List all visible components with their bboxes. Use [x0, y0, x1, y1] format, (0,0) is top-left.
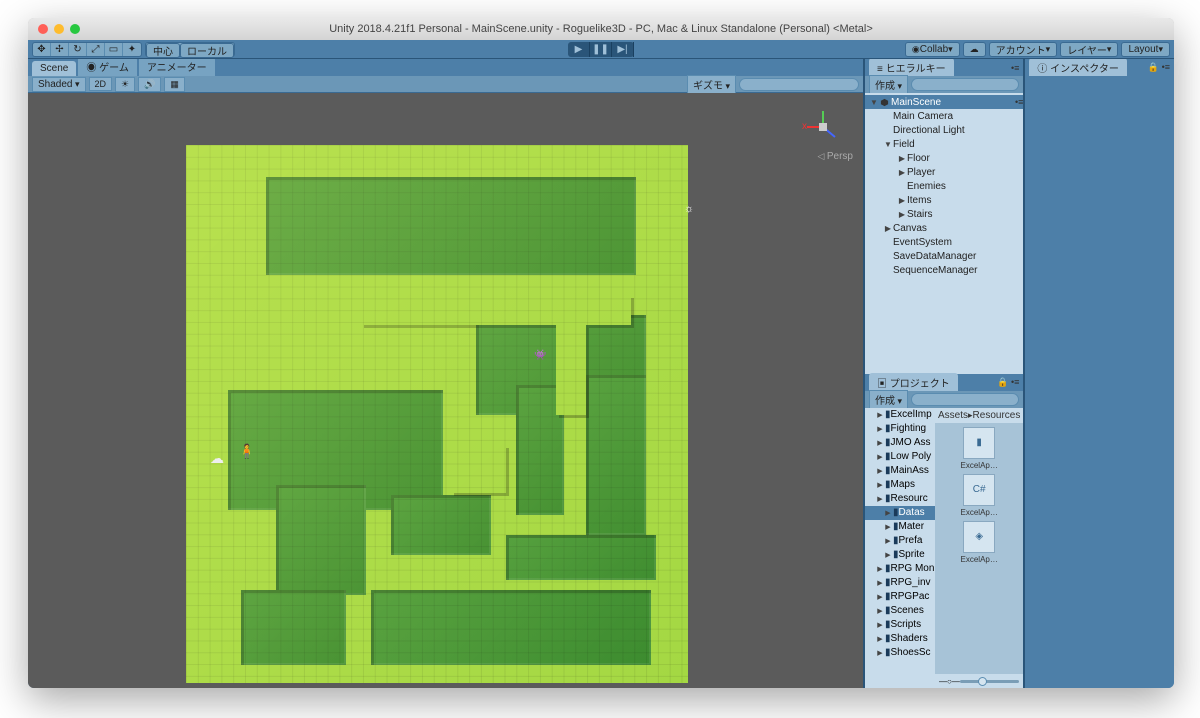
light-toggle-icon[interactable]: ☀: [115, 77, 135, 92]
hierarchy-item[interactable]: ▶Stairs: [865, 207, 1023, 221]
project-folder[interactable]: ▶▮Shaders: [865, 632, 935, 646]
hand-tool-icon[interactable]: ✥: [33, 43, 51, 56]
fx-toggle-icon[interactable]: ▦: [164, 77, 185, 92]
level-geometry: 🧍 ☁ 👾 ☼: [186, 145, 688, 683]
layers-dropdown[interactable]: レイヤー ▾: [1060, 42, 1118, 57]
unified-tool-icon[interactable]: ✦: [123, 43, 141, 56]
project-create-dropdown[interactable]: 作成 ▾: [869, 390, 908, 409]
project-folder[interactable]: ▶▮JMO Ass: [865, 436, 935, 450]
svg-text:x: x: [802, 121, 807, 132]
gizmos-dropdown[interactable]: ギズモ ▾: [687, 75, 736, 94]
project-folder[interactable]: ▶▮Resourc: [865, 492, 935, 506]
project-search[interactable]: [911, 393, 1019, 406]
tab-game[interactable]: ◉ ゲーム: [78, 59, 136, 76]
hierarchy-create-dropdown[interactable]: 作成 ▾: [869, 75, 908, 94]
project-folder[interactable]: ▶▮Mater: [865, 520, 935, 534]
titlebar: Unity 2018.4.21f1 Personal - MainScene.u…: [28, 18, 1174, 40]
scene-menu-icon[interactable]: •≡: [1015, 97, 1023, 107]
account-dropdown[interactable]: アカウント ▾: [989, 42, 1058, 57]
collab-button[interactable]: ◉ Collab ▾: [905, 42, 960, 57]
panel-menu-icon[interactable]: 🔒 •≡: [997, 377, 1019, 388]
step-icon[interactable]: ▶|: [612, 42, 634, 57]
scene-root[interactable]: ▼ MainScene •≡: [865, 95, 1023, 109]
project-folder[interactable]: ▶▮ExcelImp: [865, 408, 935, 422]
move-tool-icon[interactable]: ✢: [51, 43, 69, 56]
scene-view-toolbar: Shaded ▾ 2D ☀ 🔊 ▦ ギズモ ▾: [28, 76, 863, 93]
tab-scene[interactable]: Scene: [32, 61, 76, 76]
play-icon[interactable]: ▶: [568, 42, 590, 57]
enemy-sprite[interactable]: 👾: [534, 350, 546, 361]
hierarchy-item[interactable]: ▶Canvas: [865, 221, 1023, 235]
orientation-gizmo[interactable]: x: [799, 103, 847, 151]
asset-grid: ▮ExcelAp…C#ExcelAp…◈ExcelAp…: [935, 423, 1023, 675]
rotate-tool-icon[interactable]: ↻: [69, 43, 87, 56]
persp-label[interactable]: ◁ Persp: [817, 151, 853, 162]
panel-menu-icon[interactable]: •≡: [1011, 63, 1019, 73]
cloud-sprite: ☁: [210, 450, 224, 467]
cloud-icon[interactable]: ☁: [963, 42, 986, 57]
project-folder[interactable]: ▶▮Prefa: [865, 534, 935, 548]
pivot-local-button[interactable]: ローカル: [180, 43, 234, 58]
audio-toggle-icon[interactable]: 🔊: [138, 77, 161, 92]
hierarchy-item[interactable]: Enemies: [865, 179, 1023, 193]
project-folder-tree[interactable]: ▶▮ExcelImp▶▮Fighting▶▮JMO Ass▶▮Low Poly▶…: [865, 408, 935, 689]
hierarchy-item[interactable]: ▶Floor: [865, 151, 1023, 165]
project-folder[interactable]: ▶▮Maps: [865, 478, 935, 492]
hierarchy-tree: ▼ MainScene •≡ Main CameraDirectional Li…: [865, 93, 1023, 374]
project-header: ▣ プロジェクト 🔒 •≡: [865, 374, 1023, 391]
project-folder[interactable]: ▶▮Low Poly: [865, 450, 935, 464]
scene-tabs: Scene ◉ ゲーム アニメーター: [28, 59, 863, 76]
play-controls: ▶ ❚❚ ▶|: [568, 42, 634, 57]
hierarchy-item[interactable]: Directional Light: [865, 123, 1023, 137]
tab-inspector[interactable]: ⓘ インスペクター: [1029, 59, 1126, 77]
rect-tool-icon[interactable]: ▭: [105, 43, 123, 56]
pivot-center-button[interactable]: 中心: [146, 43, 180, 58]
asset-thumb[interactable]: C#ExcelAp…: [939, 474, 1019, 517]
tab-animator[interactable]: アニメーター: [139, 59, 215, 76]
project-folder[interactable]: ▶▮RPG Mon: [865, 562, 935, 576]
breadcrumb[interactable]: Assets ▸ Resources: [935, 408, 1023, 423]
hierarchy-search[interactable]: [911, 78, 1019, 91]
project-folder[interactable]: ▶▮Scenes: [865, 604, 935, 618]
project-folder[interactable]: ▶▮ShoesSc: [865, 646, 935, 660]
asset-thumb[interactable]: ▮ExcelAp…: [939, 427, 1019, 470]
project-folder[interactable]: ▶▮RPGPac: [865, 590, 935, 604]
unity-scene-icon: [879, 97, 889, 107]
main-toolbar: ✥ ✢ ↻ ⤢ ▭ ✦ 中心 ローカル ▶ ❚❚ ▶| ◉ Collab ▾ ☁…: [28, 40, 1174, 59]
asset-thumb[interactable]: ◈ExcelAp…: [939, 521, 1019, 564]
project-folder[interactable]: ▶▮Scripts: [865, 618, 935, 632]
transform-tool-group: ✥ ✢ ↻ ⤢ ▭ ✦: [32, 42, 142, 57]
project-folder[interactable]: ▶▮RPG_inv: [865, 576, 935, 590]
scale-tool-icon[interactable]: ⤢: [87, 43, 105, 56]
hierarchy-item[interactable]: ▶Player: [865, 165, 1023, 179]
window-title: Unity 2018.4.21f1 Personal - MainScene.u…: [28, 23, 1174, 35]
scene-search[interactable]: [739, 78, 859, 91]
project-folder[interactable]: ▶▮MainAss: [865, 464, 935, 478]
2d-toggle[interactable]: 2D: [89, 77, 113, 91]
scene-viewport[interactable]: 🧍 ☁ 👾 ☼ x ◁ Persp: [28, 93, 863, 688]
hierarchy-item[interactable]: ▶Items: [865, 193, 1023, 207]
pivot-group: 中心 ローカル: [145, 42, 235, 57]
hierarchy-item[interactable]: ▼Field: [865, 137, 1023, 151]
hierarchy-item[interactable]: Main Camera: [865, 109, 1023, 123]
shading-dropdown[interactable]: Shaded ▾: [32, 77, 86, 92]
hierarchy-item[interactable]: EventSystem: [865, 235, 1023, 249]
thumbnail-size-slider[interactable]: —○—: [935, 674, 1023, 688]
hierarchy-header: ≡ ヒエラルキー •≡: [865, 59, 1023, 76]
hierarchy-item[interactable]: SaveDataManager: [865, 249, 1023, 263]
project-folder[interactable]: ▶▮Datas: [865, 506, 935, 520]
inspector-body: [1025, 76, 1174, 688]
inspector-header: ⓘ インスペクター 🔒 •≡: [1025, 59, 1174, 76]
project-folder[interactable]: ▶▮Sprite: [865, 548, 935, 562]
layout-dropdown[interactable]: Layout ▾: [1121, 42, 1170, 57]
player-sprite[interactable]: 🧍: [238, 443, 255, 460]
hierarchy-item[interactable]: SequenceManager: [865, 263, 1023, 277]
project-folder[interactable]: ▶▮Fighting: [865, 422, 935, 436]
panel-menu-icon[interactable]: 🔒 •≡: [1148, 62, 1170, 73]
pause-icon[interactable]: ❚❚: [590, 42, 612, 57]
light-gizmo-icon[interactable]: ☼: [684, 203, 694, 215]
